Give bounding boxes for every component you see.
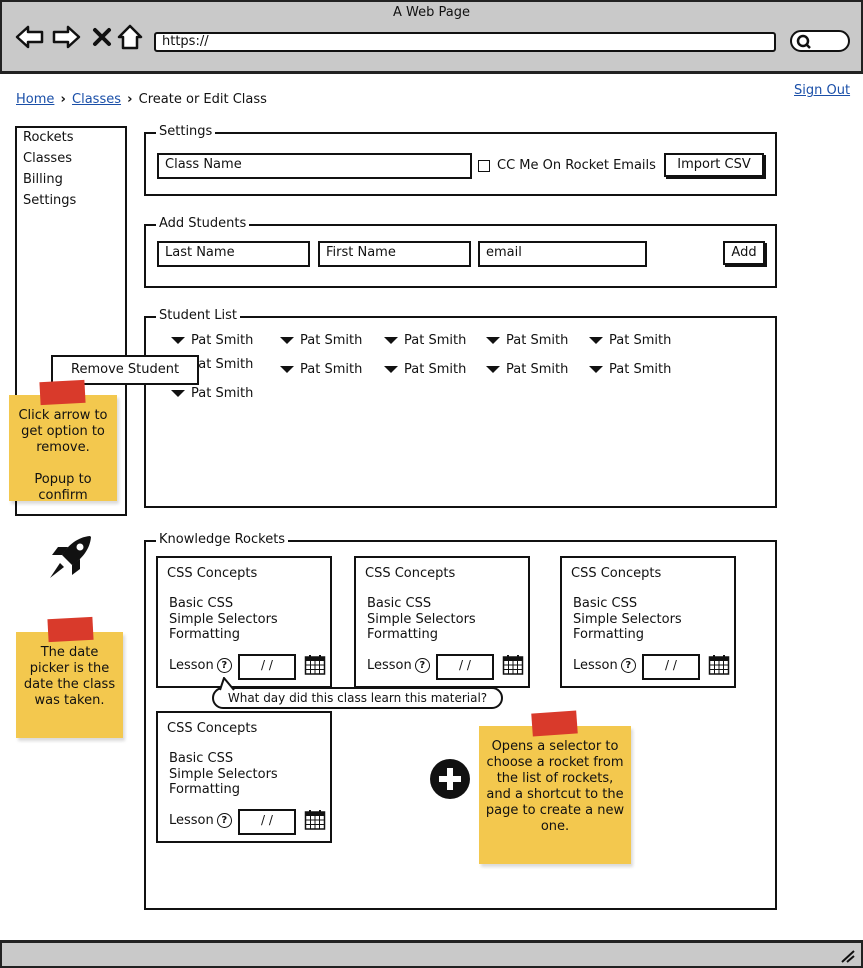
- resize-icon[interactable]: [840, 948, 856, 967]
- dropdown-arrow-icon[interactable]: [589, 366, 603, 373]
- sidebar-item-billing[interactable]: Billing: [23, 172, 63, 187]
- rocket-card[interactable]: CSS Concepts Basic CSS Simple Selectors …: [156, 711, 332, 843]
- student-item[interactable]: Pat Smith: [589, 362, 671, 377]
- card-topics: Basic CSS Simple Selectors Formatting: [573, 596, 682, 642]
- settings-legend: Settings: [156, 124, 216, 139]
- tape: [47, 616, 94, 643]
- student-item[interactable]: Pat Smith: [486, 333, 568, 348]
- forward-icon[interactable]: [50, 22, 82, 52]
- sticky-note-add: Opens a selector to choose a rocket from…: [479, 726, 631, 864]
- sidebar-item-classes[interactable]: Classes: [23, 151, 72, 166]
- dropdown-arrow-icon[interactable]: [280, 366, 294, 373]
- calendar-icon[interactable]: [304, 809, 326, 835]
- class-name-input[interactable]: Class Name: [157, 153, 472, 179]
- knowledge-rockets-legend: Knowledge Rockets: [156, 532, 289, 547]
- student-item[interactable]: Pat Smith: [384, 333, 466, 348]
- dropdown-arrow-icon[interactable]: [384, 366, 398, 373]
- dropdown-arrow-icon[interactable]: [486, 366, 500, 373]
- sidebar-item-rockets[interactable]: Rockets: [23, 130, 73, 145]
- rocket-icon: [46, 533, 98, 585]
- first-name-input[interactable]: First Name: [318, 241, 471, 267]
- tape: [39, 379, 86, 406]
- date-input[interactable]: / /: [238, 654, 296, 680]
- sidebar-item-settings[interactable]: Settings: [23, 193, 76, 208]
- date-input[interactable]: / /: [238, 809, 296, 835]
- dropdown-arrow-icon[interactable]: [486, 337, 500, 344]
- student-item[interactable]: Pat Smith: [280, 333, 362, 348]
- card-title: CSS Concepts: [167, 566, 258, 581]
- chevron-right-icon: ›: [127, 92, 133, 107]
- breadcrumb-home[interactable]: Home: [16, 92, 54, 107]
- help-icon[interactable]: ?: [216, 658, 232, 673]
- calendar-icon[interactable]: [708, 654, 730, 680]
- help-icon[interactable]: ?: [620, 658, 636, 673]
- search-field[interactable]: [790, 30, 850, 52]
- date-tooltip: What day did this class learn this mater…: [212, 687, 503, 709]
- lesson-label: Lesson?: [169, 658, 232, 673]
- rocket-card[interactable]: CSS Concepts Basic CSS Simple Selectors …: [156, 556, 332, 688]
- sign-out-link[interactable]: Sign Out: [794, 83, 850, 98]
- browser-status-bar: [0, 940, 863, 968]
- import-csv-button[interactable]: Import CSV: [664, 153, 764, 177]
- lesson-label: Lesson?: [169, 813, 232, 828]
- breadcrumb-current: Create or Edit Class: [138, 92, 267, 107]
- search-icon: [796, 34, 812, 54]
- student-item[interactable]: Pat Smith: [589, 333, 671, 348]
- dropdown-arrow-icon[interactable]: [171, 337, 185, 344]
- tooltip-pointer: [218, 675, 238, 695]
- home-icon[interactable]: [114, 22, 146, 52]
- cc-label: CC Me On Rocket Emails: [497, 158, 656, 173]
- breadcrumb: Home › Classes › Create or Edit Class: [16, 92, 267, 107]
- add-students-legend: Add Students: [156, 216, 250, 231]
- date-input[interactable]: / /: [436, 654, 494, 680]
- dropdown-arrow-icon[interactable]: [589, 337, 603, 344]
- card-topics: Basic CSS Simple Selectors Formatting: [367, 596, 476, 642]
- cc-checkbox[interactable]: [478, 160, 490, 172]
- student-item[interactable]: Pat Smith: [486, 362, 568, 377]
- email-input[interactable]: email: [478, 241, 647, 267]
- chevron-right-icon: ›: [60, 92, 66, 107]
- sticky-note-date: The date picker is the date the class wa…: [16, 632, 123, 738]
- rocket-card[interactable]: CSS Concepts Basic CSS Simple Selectors …: [354, 556, 530, 688]
- help-icon[interactable]: ?: [414, 658, 430, 673]
- plus-icon[interactable]: [429, 758, 471, 804]
- student-list-legend: Student List: [156, 308, 241, 323]
- dropdown-arrow-icon[interactable]: [280, 337, 294, 344]
- url-bar[interactable]: https://: [154, 32, 776, 52]
- card-title: CSS Concepts: [365, 566, 456, 581]
- student-item[interactable]: Pat Smith: [171, 333, 253, 348]
- rocket-card[interactable]: CSS Concepts Basic CSS Simple Selectors …: [560, 556, 736, 688]
- student-item[interactable]: Pat Smith: [171, 386, 253, 401]
- student-item[interactable]: Pat Smith: [280, 362, 362, 377]
- dropdown-arrow-icon[interactable]: [384, 337, 398, 344]
- last-name-input[interactable]: Last Name: [157, 241, 310, 267]
- help-icon[interactable]: ?: [216, 813, 232, 828]
- card-topics: Basic CSS Simple Selectors Formatting: [169, 751, 278, 797]
- back-icon[interactable]: [14, 22, 46, 52]
- calendar-icon[interactable]: [304, 654, 326, 680]
- sticky-note-arrow: Click arrow to get option to remove. Pop…: [9, 395, 117, 503]
- dropdown-arrow-icon[interactable]: [171, 390, 185, 397]
- add-student-button[interactable]: Add: [723, 241, 765, 265]
- window-title: A Web Page: [393, 5, 470, 20]
- breadcrumb-classes[interactable]: Classes: [72, 92, 121, 107]
- tape: [531, 710, 578, 737]
- card-title: CSS Concepts: [167, 721, 258, 736]
- card-topics: Basic CSS Simple Selectors Formatting: [169, 596, 278, 642]
- student-item[interactable]: Pat Smith: [384, 362, 466, 377]
- card-title: CSS Concepts: [571, 566, 662, 581]
- lesson-label: Lesson?: [573, 658, 636, 673]
- calendar-icon[interactable]: [502, 654, 524, 680]
- date-input[interactable]: / /: [642, 654, 700, 680]
- lesson-label: Lesson?: [367, 658, 430, 673]
